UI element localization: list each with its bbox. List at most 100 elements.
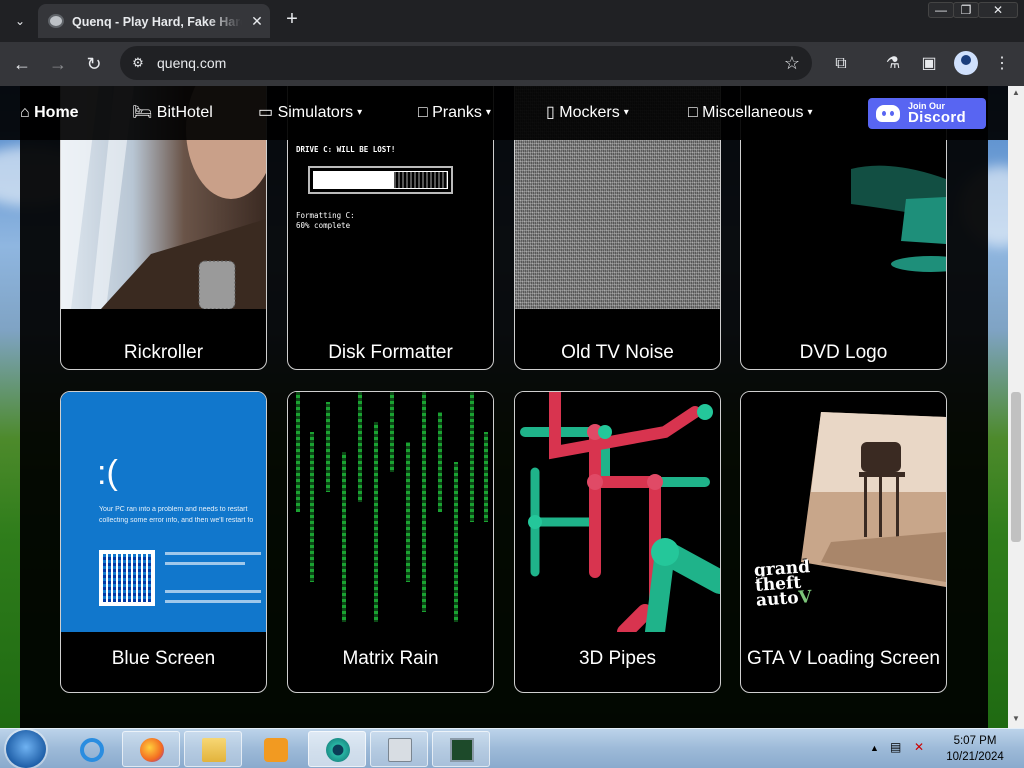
browser-tab[interactable]: Quenq - Play Hard, Fake Harder ✕	[38, 4, 270, 38]
phone-icon: ▯	[546, 104, 560, 121]
bsod-text-line	[165, 600, 261, 603]
browser-titlebar: ⌄ Quenq - Play Hard, Fake Harder ✕ + — ❐…	[0, 0, 1024, 42]
windows-taskbar: ▲ ▤ ✕ 5:07 PM 10/21/2024	[0, 728, 1024, 768]
new-tab-button[interactable]: +	[280, 8, 304, 32]
blue-screen-thumbnail: :( Your PC ran into a problem and needs …	[61, 392, 266, 632]
nav-mockers[interactable]: ▯ Mockers ▾	[546, 103, 629, 123]
profile-avatar[interactable]	[954, 51, 978, 75]
bsod-text-line	[165, 590, 261, 593]
start-button[interactable]	[6, 730, 46, 768]
discord-icon	[876, 105, 900, 122]
discord-label: Discord	[908, 109, 966, 126]
chevron-down-icon: ▾	[485, 107, 491, 118]
minimize-button[interactable]: —	[928, 2, 954, 18]
side-panel-icon[interactable]: ▣	[916, 51, 942, 77]
nav-pranks[interactable]: □ Pranks ▾	[418, 103, 491, 123]
network-icon[interactable]: ▤	[890, 740, 901, 754]
card-title: GTA V Loading Screen	[747, 648, 940, 669]
chevron-down-icon: ▾	[807, 107, 813, 118]
nav-bithotel[interactable]: 🛏 BitHotel	[132, 103, 213, 123]
chevron-down-icon: ▾	[357, 107, 363, 118]
firefox-icon	[140, 738, 164, 762]
card-3d-pipes[interactable]: 3D Pipes	[514, 391, 721, 693]
bsod-text-line	[165, 552, 261, 555]
card-matrix-rain[interactable]: Matrix Rain	[287, 391, 494, 693]
laptop-icon: ▭	[258, 104, 278, 121]
reload-button[interactable]: ↻	[80, 50, 108, 78]
card-title: Old TV Noise	[561, 342, 674, 363]
card-title: Matrix Rain	[342, 648, 439, 669]
card-blue-screen[interactable]: :( Your PC ran into a problem and needs …	[60, 391, 267, 693]
tab-close-icon[interactable]: ✕	[248, 12, 266, 30]
calculator-icon	[388, 738, 412, 762]
gta-logo: grand theft autoV	[753, 557, 813, 611]
browser-toolbar: ← → ↻ ⚙ quenq.com ☆ ⧉ ⚗ ▣ ⋮	[0, 42, 1024, 86]
card-title: Disk Formatter	[328, 342, 453, 363]
restore-button[interactable]: ❐	[953, 2, 979, 18]
home-icon: ⌂	[20, 104, 35, 121]
bookmark-star-icon[interactable]: ☆	[784, 52, 800, 74]
taskbar-chrome-active[interactable]	[308, 731, 366, 767]
taskbar-media-player[interactable]	[246, 731, 304, 767]
bed-icon: 🛏	[132, 104, 157, 121]
3d-pipes-thumbnail	[515, 392, 720, 632]
nav-simulators[interactable]: ▭ Simulators ▾	[258, 103, 362, 123]
bsod-line1: Your PC ran into a problem and needs to …	[99, 506, 248, 513]
misc-icon: □	[688, 104, 703, 121]
close-window-button[interactable]: ✕	[978, 2, 1018, 18]
back-button[interactable]: ←	[8, 50, 36, 78]
tab-title: Quenq - Play Hard, Fake Harder	[72, 15, 242, 29]
disk-warning-text: DRIVE C: WILL BE LOST!	[296, 145, 396, 154]
scroll-down-icon[interactable]: ▼	[1012, 714, 1020, 723]
bsod-text-line	[165, 562, 245, 565]
forward-button[interactable]: →	[44, 50, 72, 78]
media-player-icon	[264, 738, 288, 762]
bsod-qr-code-icon	[99, 550, 155, 606]
scroll-up-icon[interactable]: ▲	[1012, 88, 1020, 97]
url-text: quenq.com	[157, 55, 227, 71]
disk-progress-fill	[314, 172, 394, 188]
tab-search-dropdown[interactable]: ⌄	[8, 10, 32, 32]
nav-miscellaneous[interactable]: □ Miscellaneous ▾	[688, 103, 813, 123]
task-manager-icon	[450, 738, 474, 762]
page-viewport: Rickroller DRIVE C: WILL BE LOST! Format…	[0, 86, 1008, 728]
volume-muted-icon[interactable]: ✕	[914, 740, 924, 754]
disk-progress-track	[313, 171, 448, 189]
disk-progress-frame	[308, 166, 453, 194]
extensions-icon[interactable]: ⧉	[828, 51, 854, 77]
taskbar-firefox[interactable]	[122, 731, 180, 767]
card-title: Blue Screen	[111, 648, 216, 669]
card-gta-v-loading[interactable]: grand theft autoV GTA V Loading Screen	[740, 391, 947, 693]
taskbar-task-manager[interactable]	[432, 731, 490, 767]
scrollbar-thumb[interactable]	[1011, 392, 1021, 542]
disk-status-line1: Formatting C:	[296, 211, 355, 220]
card-title: 3D Pipes	[578, 648, 657, 669]
folder-icon	[202, 738, 226, 762]
bsod-sad-face: :(	[97, 454, 118, 492]
card-title: Rickroller	[123, 342, 204, 363]
taskbar-calculator[interactable]	[370, 731, 428, 767]
taskbar-explorer[interactable]	[184, 731, 242, 767]
clock-date[interactable]: 10/21/2024	[940, 750, 1010, 764]
site-navbar: ⌂ Home 🛏 BitHotel ▭ Simulators ▾ □ Pranks…	[0, 86, 1008, 140]
internet-explorer-icon	[80, 738, 104, 762]
nav-home[interactable]: ⌂ Home	[20, 103, 79, 123]
card-title: DVD Logo	[799, 342, 888, 363]
pranks-icon: □	[418, 104, 433, 121]
clock-time[interactable]: 5:07 PM	[940, 734, 1010, 748]
browser-app-icon	[326, 738, 350, 762]
discord-button[interactable]: Join Our Discord	[868, 98, 986, 129]
matrix-rain-thumbnail	[288, 392, 493, 632]
page-scrollbar[interactable]: ▲ ▼	[1008, 86, 1024, 728]
disk-status-line2: 60% complete	[296, 221, 351, 230]
site-info-icon[interactable]: ⚙	[130, 55, 146, 71]
menu-kebab-icon[interactable]: ⋮	[989, 51, 1015, 77]
favicon-icon	[48, 14, 64, 28]
chevron-down-icon: ▾	[623, 107, 629, 118]
gta-loading-thumbnail: grand theft autoV	[741, 392, 946, 632]
bsod-line2: collecting some error info, and then we'…	[99, 517, 254, 524]
address-bar[interactable]: ⚙ quenq.com ☆	[120, 46, 812, 80]
taskbar-ie[interactable]	[62, 731, 120, 767]
labs-flask-icon[interactable]: ⚗	[880, 51, 906, 77]
tray-expand-icon[interactable]: ▲	[870, 741, 879, 755]
